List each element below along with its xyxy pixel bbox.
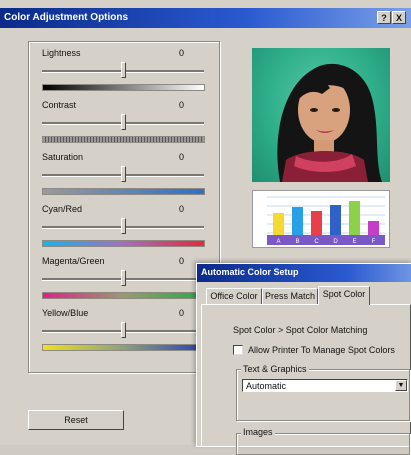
help-button[interactable]: ? <box>377 11 391 24</box>
slider-value: 0 <box>179 308 185 318</box>
chart-category-label: D <box>333 239 338 245</box>
chart-category-label: F <box>372 239 376 245</box>
overlay-title: Automatic Color Setup <box>201 267 299 277</box>
slider-label: Contrast <box>42 100 77 110</box>
slider-row-cyan-red: Cyan/Red 0 <box>29 204 219 256</box>
overlay-title-bar: Automatic Color Setup <box>197 264 411 282</box>
chart-bar <box>292 207 303 235</box>
portrait-image <box>277 63 382 182</box>
slider-row-magenta-green: Magenta/Green 0 <box>29 256 219 308</box>
tab-spot-color[interactable]: Spot Color <box>318 286 370 305</box>
select-value: Automatic <box>246 381 287 391</box>
slider-row-saturation: Saturation 0 <box>29 152 219 204</box>
slider-value: 0 <box>179 48 185 58</box>
allow-printer-checkbox[interactable] <box>233 345 243 355</box>
slider-thumb[interactable] <box>121 218 126 234</box>
lightness-ramp <box>42 84 205 91</box>
contrast-ramp <box>42 136 205 143</box>
close-button[interactable]: X <box>392 11 406 24</box>
slider-value: 0 <box>179 152 185 162</box>
slider-value: 0 <box>179 204 185 214</box>
chart-bar <box>368 221 379 235</box>
text-graphics-select[interactable]: Automatic ▼ <box>242 379 408 392</box>
preview-bar-chart: A B C D E F <box>252 190 390 248</box>
chart-bar <box>311 211 322 235</box>
magenta-green-ramp <box>42 292 205 299</box>
slider-value: 0 <box>179 256 185 266</box>
tab-panel: Spot Color > Spot Color Matching Allow P… <box>201 304 411 455</box>
chevron-down-icon[interactable]: ▼ <box>395 380 407 391</box>
slider-thumb[interactable] <box>121 166 126 182</box>
slider-thumb[interactable] <box>121 114 126 130</box>
images-label: Images <box>241 427 275 437</box>
chart-bar <box>349 201 360 235</box>
slider-row-lightness: Lightness 0 <box>29 48 219 100</box>
chart-category-label: A <box>276 239 280 245</box>
tab-office-color[interactable]: Office Color <box>206 288 262 304</box>
reset-button[interactable]: Reset <box>28 410 124 430</box>
chart-bar <box>330 205 341 235</box>
slider-label: Lightness <box>42 48 81 58</box>
preview-photo <box>252 48 390 182</box>
saturation-ramp <box>42 188 205 195</box>
checkbox-label: Allow Printer To Manage Spot Colors <box>248 345 395 355</box>
chart-axis-band <box>267 235 385 245</box>
section-heading: Spot Color > Spot Color Matching <box>233 325 368 335</box>
dialog-title: Color Adjustment Options <box>4 12 129 23</box>
automatic-color-setup-dialog: Automatic Color Setup Office Color Press… <box>196 263 411 455</box>
title-bar: Color Adjustment Options ? X <box>0 8 411 28</box>
chart-category-label: B <box>295 239 299 245</box>
slider-thumb[interactable] <box>121 62 126 78</box>
slider-label: Magenta/Green <box>42 256 105 266</box>
chart-category-label: E <box>352 239 356 245</box>
slider-thumb[interactable] <box>121 322 126 338</box>
slider-panel: Lightness 0 Contrast 0 Saturation 0 Cyan… <box>28 41 220 373</box>
tab-press-match[interactable]: Press Match <box>262 288 318 304</box>
chart-bar <box>273 213 284 235</box>
yellow-blue-ramp <box>42 344 205 351</box>
text-graphics-group <box>236 369 410 421</box>
chart-category-label: C <box>314 239 319 245</box>
text-graphics-label: Text & Graphics <box>241 364 309 374</box>
chart-svg: A B C D E F <box>253 191 389 247</box>
slider-value: 0 <box>179 100 185 110</box>
cyan-red-ramp <box>42 240 205 247</box>
slider-label: Saturation <box>42 152 84 162</box>
slider-thumb[interactable] <box>121 270 126 286</box>
slider-row-yellow-blue: Yellow/Blue 0 <box>29 308 219 360</box>
slider-label: Cyan/Red <box>42 204 83 214</box>
slider-row-contrast: Contrast 0 <box>29 100 219 152</box>
slider-label: Yellow/Blue <box>42 308 89 318</box>
